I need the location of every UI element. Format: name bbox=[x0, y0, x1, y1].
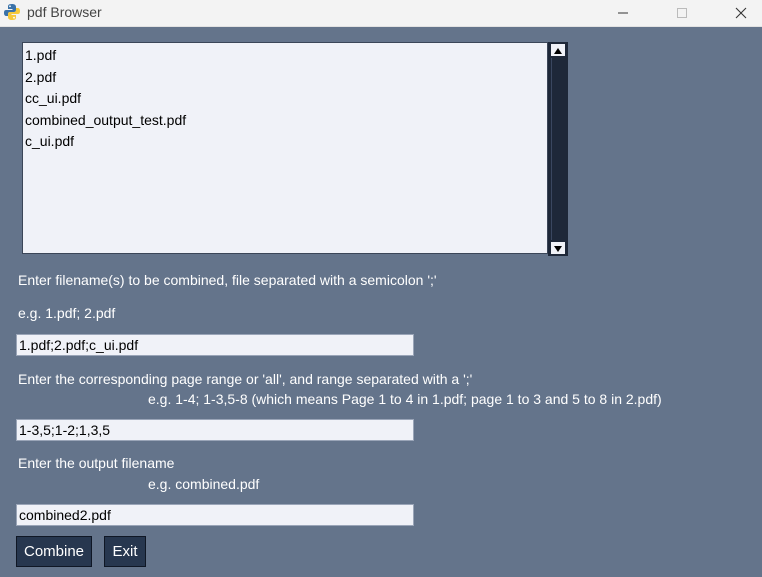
output-filename-label: Enter the output filename bbox=[18, 455, 175, 471]
maximize-icon bbox=[677, 8, 687, 18]
close-button[interactable] bbox=[718, 0, 762, 26]
filenames-example: e.g. 1.pdf; 2.pdf bbox=[18, 305, 116, 321]
window-title: pdf Browser bbox=[27, 4, 102, 20]
filenames-label: Enter filename(s) to be combined, file s… bbox=[18, 272, 437, 288]
list-item[interactable]: cc_ui.pdf bbox=[25, 88, 547, 110]
combine-button[interactable]: Combine bbox=[16, 536, 92, 567]
filenames-input[interactable] bbox=[16, 334, 414, 356]
output-filename-example: e.g. combined.pdf bbox=[148, 476, 260, 492]
page-range-example: e.g. 1-4; 1-3,5-8 (which means Page 1 to… bbox=[148, 391, 662, 407]
title-bar: pdf Browser bbox=[0, 0, 762, 27]
output-filename-input[interactable] bbox=[16, 504, 414, 526]
scroll-down-button[interactable] bbox=[551, 242, 565, 254]
arrow-down-icon bbox=[554, 246, 562, 252]
list-item[interactable]: 1.pdf bbox=[25, 45, 547, 67]
listbox-scrollbar[interactable] bbox=[548, 42, 568, 256]
page-range-label: Enter the corresponding page range or 'a… bbox=[18, 371, 473, 387]
maximize-button[interactable] bbox=[659, 0, 705, 26]
arrow-up-icon bbox=[554, 48, 562, 54]
minimize-icon bbox=[618, 12, 628, 14]
close-icon bbox=[735, 7, 747, 19]
scroll-thumb[interactable] bbox=[551, 58, 566, 240]
minimize-button[interactable] bbox=[600, 0, 646, 26]
list-item[interactable]: c_ui.pdf bbox=[25, 131, 547, 153]
python-logo-icon bbox=[3, 3, 21, 21]
list-item[interactable]: 2.pdf bbox=[25, 67, 547, 89]
file-listbox[interactable]: 1.pdf 2.pdf cc_ui.pdf combined_output_te… bbox=[22, 42, 548, 254]
page-range-input[interactable] bbox=[16, 419, 414, 441]
exit-button[interactable]: Exit bbox=[104, 536, 146, 567]
scroll-up-button[interactable] bbox=[551, 44, 565, 56]
list-item[interactable]: combined_output_test.pdf bbox=[25, 110, 547, 132]
